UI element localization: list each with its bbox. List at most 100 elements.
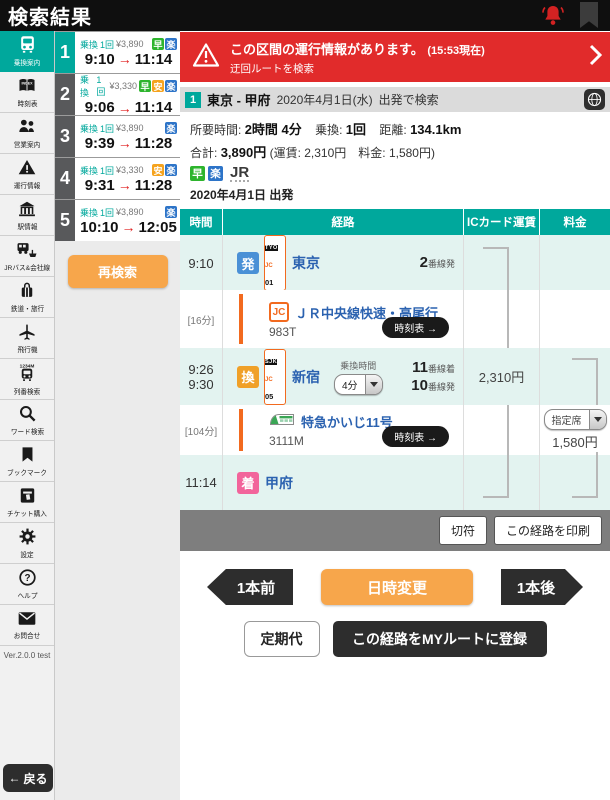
sidebar-item-label: ワード検索 [10, 428, 44, 436]
sidebar-item-word-search[interactable]: ワード検索 [0, 400, 54, 441]
station-link-shinjuku[interactable]: 新宿 [292, 367, 320, 387]
next-train-button[interactable]: 1本後 [501, 569, 583, 605]
table-row-segment-kaiji-express: [104分] 特急かいじ11号 3111M 時刻表 → 指定席 1,580円 [180, 405, 610, 455]
route-options-list: 1 乗換 1回 ¥3,890 早 楽 9:10 → 11:14 2 乗換 1回 … [55, 31, 180, 241]
jr-logo: JR [230, 164, 250, 182]
sidebar-item-label: ヘルプ [17, 592, 37, 600]
transfers-label: 乗換: [315, 123, 343, 137]
depart-time: 9:31 [84, 176, 115, 194]
sidebar-item-transit-guide[interactable]: 乗換案内 [0, 31, 54, 72]
arrow-right-icon: → [117, 99, 132, 116]
station-building-icon [17, 199, 37, 223]
timetable-book-icon: INDEX [17, 76, 37, 100]
fare-detail: (運賃: 2,310円 料金: 1,580円) [269, 146, 435, 160]
table-row-departure: 9:10 発 TYO JC 01 東京 2番線発 [180, 235, 610, 293]
globe-icon[interactable] [584, 89, 605, 110]
header-bookmark-icon[interactable] [576, 2, 602, 30]
sidebar-item-rail-travel[interactable]: 鉄道・旅行 [0, 277, 54, 318]
route-option-5[interactable]: 5 乗換 1回 ¥3,890 楽 10:10 → 12:05 [55, 200, 180, 241]
sidebar-item-bookmark[interactable]: ブックマーク [0, 441, 54, 482]
route-detail-table: 時間 経路 ICカード運賃 料金 9:10 発 TYO JC 01 東京 2番線… [180, 209, 610, 551]
route-option-number: 2 [55, 74, 75, 115]
sidebar-item-operation-info[interactable]: 運行情報 [0, 154, 54, 195]
bus-ship-icon [16, 240, 38, 264]
transfer-time-select[interactable]: 4分 [334, 373, 383, 395]
sidebar-item-jr-bus-lines[interactable]: JRバス&会社線 [0, 236, 54, 277]
search-condition-bar: 1 東京 - 甲府 2020年4月1日(水) 出発で検索 [180, 87, 610, 112]
airplane-icon [17, 322, 37, 346]
sidebar-item-help[interactable]: ? ヘルプ [0, 564, 54, 605]
col-header-fare: 料金 [539, 209, 610, 235]
sidebar-item-airplane[interactable]: 飛行機 [0, 318, 54, 359]
timetable-button[interactable]: 時刻表 → [382, 317, 449, 338]
chevron-down-icon [364, 374, 382, 394]
express-fare: 1,580円 [552, 435, 598, 450]
route-option-4[interactable]: 4 乗換 1回 ¥3,330 安 楽 9:31 → 11:28 [55, 158, 180, 199]
operation-alert-banner[interactable]: この区間の運行情報があります。 (15:53現在) 迂回ルートを検索 [180, 32, 610, 82]
back-arrow-icon: ← [8, 771, 21, 785]
route-endpoints: 東京 - 甲府 [207, 93, 271, 108]
sidebar-item-label: 乗換案内 [13, 59, 41, 67]
fare-bracket-bottom [572, 452, 598, 498]
sidebar-item-contact[interactable]: お問合せ [0, 605, 54, 646]
table-action-bar: 切符 この経路を印刷 [180, 510, 610, 551]
research-button[interactable]: 再検索 [67, 255, 168, 288]
route-price: ¥3,890 [116, 39, 144, 49]
sidebar-item-label: チケット購入 [7, 510, 47, 518]
duration-label: 所要時間: [190, 123, 242, 137]
transfer-label: 乗換 [80, 207, 99, 218]
station-number-badge-shinjuku: SJK JC 05 [264, 348, 286, 405]
sidebar-item-timetable[interactable]: INDEX 時刻表 [0, 72, 54, 113]
transfer-count: 1回 [100, 207, 115, 218]
print-route-button[interactable]: この経路を印刷 [493, 516, 602, 545]
arrive-time: 12:05 [138, 218, 177, 236]
seat-type-select[interactable]: 指定席 [543, 409, 607, 430]
col-header-ic-fare: ICカード運賃 [463, 209, 539, 235]
arrive-time: 11:28 [134, 176, 173, 194]
transfer-count: 1回 [96, 74, 106, 97]
arrive-time: 11:14 [134, 50, 173, 68]
table-row-segment-chuo-line: [16分] JC ＪＲ中央線快速・高尾行 983T 時刻表 → [180, 290, 610, 348]
total-value: 3,890円 [220, 145, 267, 160]
previous-train-button[interactable]: 1本前 [207, 569, 293, 605]
sidebar-item-ticket-purchase[interactable]: チケット購入 [0, 482, 54, 523]
ic-card-fare: 2,310円 [478, 370, 525, 385]
train-icon [18, 35, 37, 59]
staff-icon [17, 117, 37, 141]
notification-bell-icon[interactable] [540, 2, 566, 30]
sidebar-item-business-info[interactable]: 営業案内 [0, 113, 54, 154]
route-option-2[interactable]: 2 乗換 1回 ¥3,330 早 安 楽 9:06 → 11:14 [55, 74, 180, 116]
svg-text:INDEX: INDEX [21, 81, 33, 85]
sidebar-item-label: 営業案内 [13, 141, 41, 149]
datetime-change-button[interactable]: 日時変更 [321, 569, 473, 605]
route-option-1[interactable]: 1 乗換 1回 ¥3,890 早 楽 9:10 → 11:14 [55, 32, 180, 73]
sidebar-item-station-info[interactable]: 駅情報 [0, 195, 54, 236]
arrow-right-icon: → [117, 51, 132, 67]
train-link-kaiji-11[interactable]: 特急かいじ11号 [301, 412, 393, 431]
sidebar-item-label: 列番検索 [13, 388, 41, 396]
route-price: ¥3,890 [116, 207, 144, 217]
col-header-route: 経路 [222, 209, 463, 235]
chevron-down-icon [588, 410, 606, 429]
badge-cheap: 安 [152, 164, 164, 176]
back-button[interactable]: ← 戻る [3, 764, 53, 792]
sidebar-item-settings[interactable]: 設定 [0, 523, 54, 564]
platform-suffix: 番線発 [427, 259, 455, 269]
badge-easy: 楽 [165, 164, 177, 176]
register-myroute-button[interactable]: この経路をMYルートに登録 [332, 621, 547, 657]
arrow-right-icon: → [121, 219, 136, 235]
col-header-time: 時間 [189, 217, 213, 229]
sidebar-item-train-number-search[interactable]: 1234M 列番検索 [0, 359, 54, 400]
timetable-button[interactable]: 時刻表 → [382, 426, 449, 447]
commuter-pass-button[interactable]: 定期代 [243, 621, 320, 657]
departure-time: 9:10 [188, 255, 214, 271]
help-icon: ? [18, 568, 37, 592]
station-link-kofu[interactable]: 甲府 [265, 473, 293, 493]
departure-date-line: 2020年4月1日 出発 [190, 188, 294, 202]
route-option-3[interactable]: 3 乗換 1回 ¥3,890 楽 9:39 → 11:28 [55, 116, 180, 157]
arrive-time: 11:14 [134, 99, 173, 116]
ticket-button[interactable]: 切符 [438, 516, 487, 545]
route-price: ¥3,330 [116, 165, 144, 175]
page-title: 検索結果 [8, 7, 92, 29]
station-link-tokyo[interactable]: 東京 [292, 253, 320, 273]
